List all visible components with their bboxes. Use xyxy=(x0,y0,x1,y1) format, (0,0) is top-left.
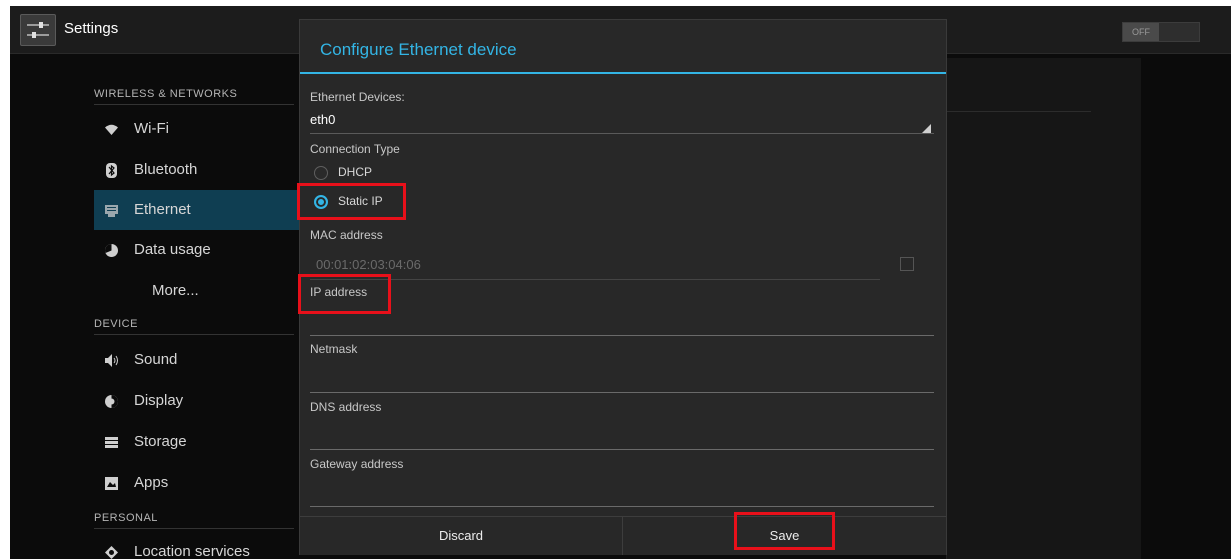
divider xyxy=(94,104,294,105)
mac-address-checkbox[interactable] xyxy=(900,257,914,271)
sidebar-item-label: Apps xyxy=(134,474,169,491)
toggle-label: OFF xyxy=(1123,23,1159,41)
sidebar-item-label: Ethernet xyxy=(134,201,191,218)
dhcp-radio[interactable] xyxy=(314,166,328,180)
sidebar-item-label: Display xyxy=(134,392,184,409)
ip-address-input[interactable] xyxy=(310,312,934,336)
ethernet-device-spinner[interactable]: eth0 xyxy=(310,112,335,127)
sidebar-item-display[interactable]: Display xyxy=(94,381,300,421)
divider xyxy=(946,111,1091,112)
divider xyxy=(94,334,294,335)
highlight-static-ip xyxy=(297,183,406,220)
highlight-save-button xyxy=(734,512,835,550)
detail-panel xyxy=(946,58,1141,559)
netmask-input[interactable] xyxy=(310,369,934,393)
sliders-icon xyxy=(27,22,49,38)
wifi-icon xyxy=(104,122,119,137)
sidebar-item-sound[interactable]: Sound xyxy=(94,340,300,380)
configure-ethernet-dialog: Configure Ethernet device Ethernet Devic… xyxy=(299,19,947,555)
sidebar-item-label: More... xyxy=(152,282,199,299)
dns-address-label: DNS address xyxy=(310,400,382,414)
divider xyxy=(94,528,294,529)
settings-app-icon[interactable] xyxy=(20,14,56,46)
spinner-underline xyxy=(310,133,934,134)
sidebar-item-label: Bluetooth xyxy=(134,161,198,178)
sidebar-item-apps[interactable]: Apps xyxy=(94,463,300,503)
sidebar-item-ethernet[interactable]: Ethernet xyxy=(94,190,314,230)
dns-address-input[interactable] xyxy=(310,426,934,450)
sidebar-item-label: Sound xyxy=(134,351,178,368)
app-title: Settings xyxy=(64,20,119,37)
dialog-button-bar: Discard Save xyxy=(300,516,946,555)
dialog-title-divider xyxy=(300,72,946,74)
data-usage-icon xyxy=(104,243,119,258)
location-icon xyxy=(104,545,119,559)
sidebar-item-bluetooth[interactable]: Bluetooth xyxy=(94,150,300,190)
section-header-device: DEVICE xyxy=(94,318,138,330)
mac-address-label: MAC address xyxy=(310,228,383,242)
display-icon xyxy=(104,394,119,409)
tablet-screen: Settings OFF WIRELESS & NETWORKS Wi-Fi B… xyxy=(10,6,1231,559)
sidebar-item-more[interactable]: More... xyxy=(94,271,300,311)
bluetooth-icon xyxy=(104,163,119,178)
mac-address-field: 00:01:02:03:04:06 xyxy=(310,254,880,280)
gateway-address-input[interactable] xyxy=(310,483,934,507)
dropdown-arrow-icon[interactable] xyxy=(922,124,931,133)
storage-icon xyxy=(104,435,119,450)
master-toggle[interactable]: OFF xyxy=(1122,22,1200,42)
sound-icon xyxy=(104,353,119,368)
sidebar-item-location[interactable]: Location services xyxy=(94,532,300,559)
section-header-personal: PERSONAL xyxy=(94,512,158,524)
netmask-label: Netmask xyxy=(310,342,358,356)
sidebar-item-data-usage[interactable]: Data usage xyxy=(94,230,300,270)
sidebar-item-label: Storage xyxy=(134,433,187,450)
sidebar-item-storage[interactable]: Storage xyxy=(94,422,300,462)
ethernet-devices-label: Ethernet Devices: xyxy=(310,90,405,104)
highlight-ip-address xyxy=(298,274,391,314)
sidebar-item-wifi[interactable]: Wi-Fi xyxy=(94,109,300,149)
discard-button[interactable]: Discard xyxy=(300,517,623,555)
sidebar-item-label: Data usage xyxy=(134,241,211,258)
sidebar-item-label: Wi-Fi xyxy=(134,120,169,137)
gateway-address-label: Gateway address xyxy=(310,457,404,471)
dhcp-radio-label[interactable]: DHCP xyxy=(338,165,372,179)
connection-type-label: Connection Type xyxy=(310,142,400,156)
dialog-title: Configure Ethernet device xyxy=(320,40,517,59)
sidebar-item-label: Location services xyxy=(134,543,250,559)
section-header-wireless: WIRELESS & NETWORKS xyxy=(94,88,238,100)
ethernet-icon xyxy=(104,203,119,218)
apps-icon xyxy=(104,476,119,491)
